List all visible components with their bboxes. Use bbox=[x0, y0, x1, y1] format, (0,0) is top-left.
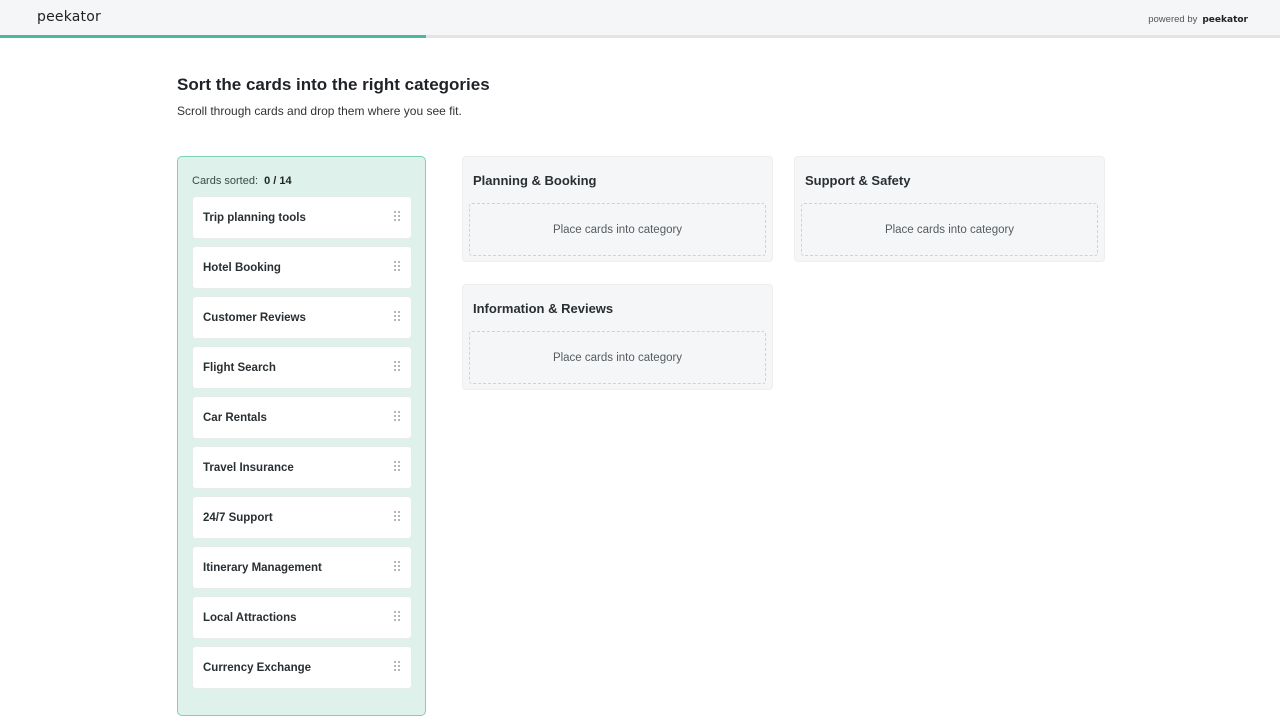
card-label: Car Rentals bbox=[203, 411, 267, 424]
category-title: Support & Safety bbox=[805, 173, 911, 188]
card[interactable]: Trip planning tools bbox=[193, 197, 411, 238]
powered-by-brand: peekator bbox=[1202, 15, 1248, 25]
card[interactable]: Travel Insurance bbox=[193, 447, 411, 488]
page-title: Sort the cards into the right categories bbox=[177, 75, 490, 94]
card-label: Itinerary Management bbox=[203, 561, 322, 574]
page-subtitle: Scroll through cards and drop them where… bbox=[177, 104, 462, 118]
category-support-safety: Support & Safety Place cards into catego… bbox=[794, 156, 1105, 262]
category-information-reviews: Information & Reviews Place cards into c… bbox=[462, 284, 773, 390]
drag-handle-icon[interactable] bbox=[394, 661, 400, 672]
card[interactable]: 24/7 Support bbox=[193, 497, 411, 538]
category-drop-zone[interactable]: Place cards into category bbox=[801, 203, 1098, 256]
drag-handle-icon[interactable] bbox=[394, 611, 400, 622]
progress-bar-fill bbox=[0, 35, 427, 38]
card[interactable]: Currency Exchange bbox=[193, 647, 411, 688]
card[interactable]: Flight Search bbox=[193, 347, 411, 388]
card-label: 24/7 Support bbox=[203, 511, 273, 524]
category-drop-zone[interactable]: Place cards into category bbox=[469, 203, 766, 256]
card[interactable]: Itinerary Management bbox=[193, 547, 411, 588]
category-title: Information & Reviews bbox=[473, 301, 614, 316]
drag-handle-icon[interactable] bbox=[394, 461, 400, 472]
category-title: Planning & Booking bbox=[473, 173, 597, 188]
card-label: Travel Insurance bbox=[203, 461, 294, 474]
card[interactable]: Customer Reviews bbox=[193, 297, 411, 338]
card-label: Local Attractions bbox=[203, 611, 297, 624]
card-label: Customer Reviews bbox=[203, 311, 306, 324]
drag-handle-icon[interactable] bbox=[394, 211, 400, 222]
progress-bar bbox=[0, 35, 1280, 38]
drag-handle-icon[interactable] bbox=[394, 511, 400, 522]
logo: peekator bbox=[37, 9, 101, 25]
card-list[interactable]: Cards sorted: 0 / 14 Trip planning tools… bbox=[177, 156, 426, 716]
card-label: Flight Search bbox=[203, 361, 276, 374]
card-label: Hotel Booking bbox=[203, 261, 281, 274]
card[interactable]: Hotel Booking bbox=[193, 247, 411, 288]
card[interactable]: Car Rentals bbox=[193, 397, 411, 438]
drag-handle-icon[interactable] bbox=[394, 361, 400, 372]
powered-by[interactable]: powered by peekator bbox=[1148, 14, 1248, 25]
drag-handle-icon[interactable] bbox=[394, 261, 400, 272]
category-planning-booking: Planning & Booking Place cards into cate… bbox=[462, 156, 773, 262]
cards-sorted-count: 0 / 14 bbox=[264, 175, 292, 187]
drag-handle-icon[interactable] bbox=[394, 311, 400, 322]
card-label: Currency Exchange bbox=[203, 661, 312, 674]
card-label: Trip planning tools bbox=[203, 211, 306, 224]
top-bar: peekator powered by peekator bbox=[0, 0, 1280, 36]
category-drop-zone[interactable]: Place cards into category bbox=[469, 331, 766, 384]
drag-handle-icon[interactable] bbox=[394, 411, 400, 422]
card[interactable]: Local Attractions bbox=[193, 597, 411, 638]
powered-by-label: powered by bbox=[1148, 14, 1198, 25]
cards-sorted-label: Cards sorted: bbox=[192, 175, 259, 187]
cards-sorted-counter: Cards sorted: 0 / 14 bbox=[192, 175, 292, 187]
drag-handle-icon[interactable] bbox=[394, 561, 400, 572]
